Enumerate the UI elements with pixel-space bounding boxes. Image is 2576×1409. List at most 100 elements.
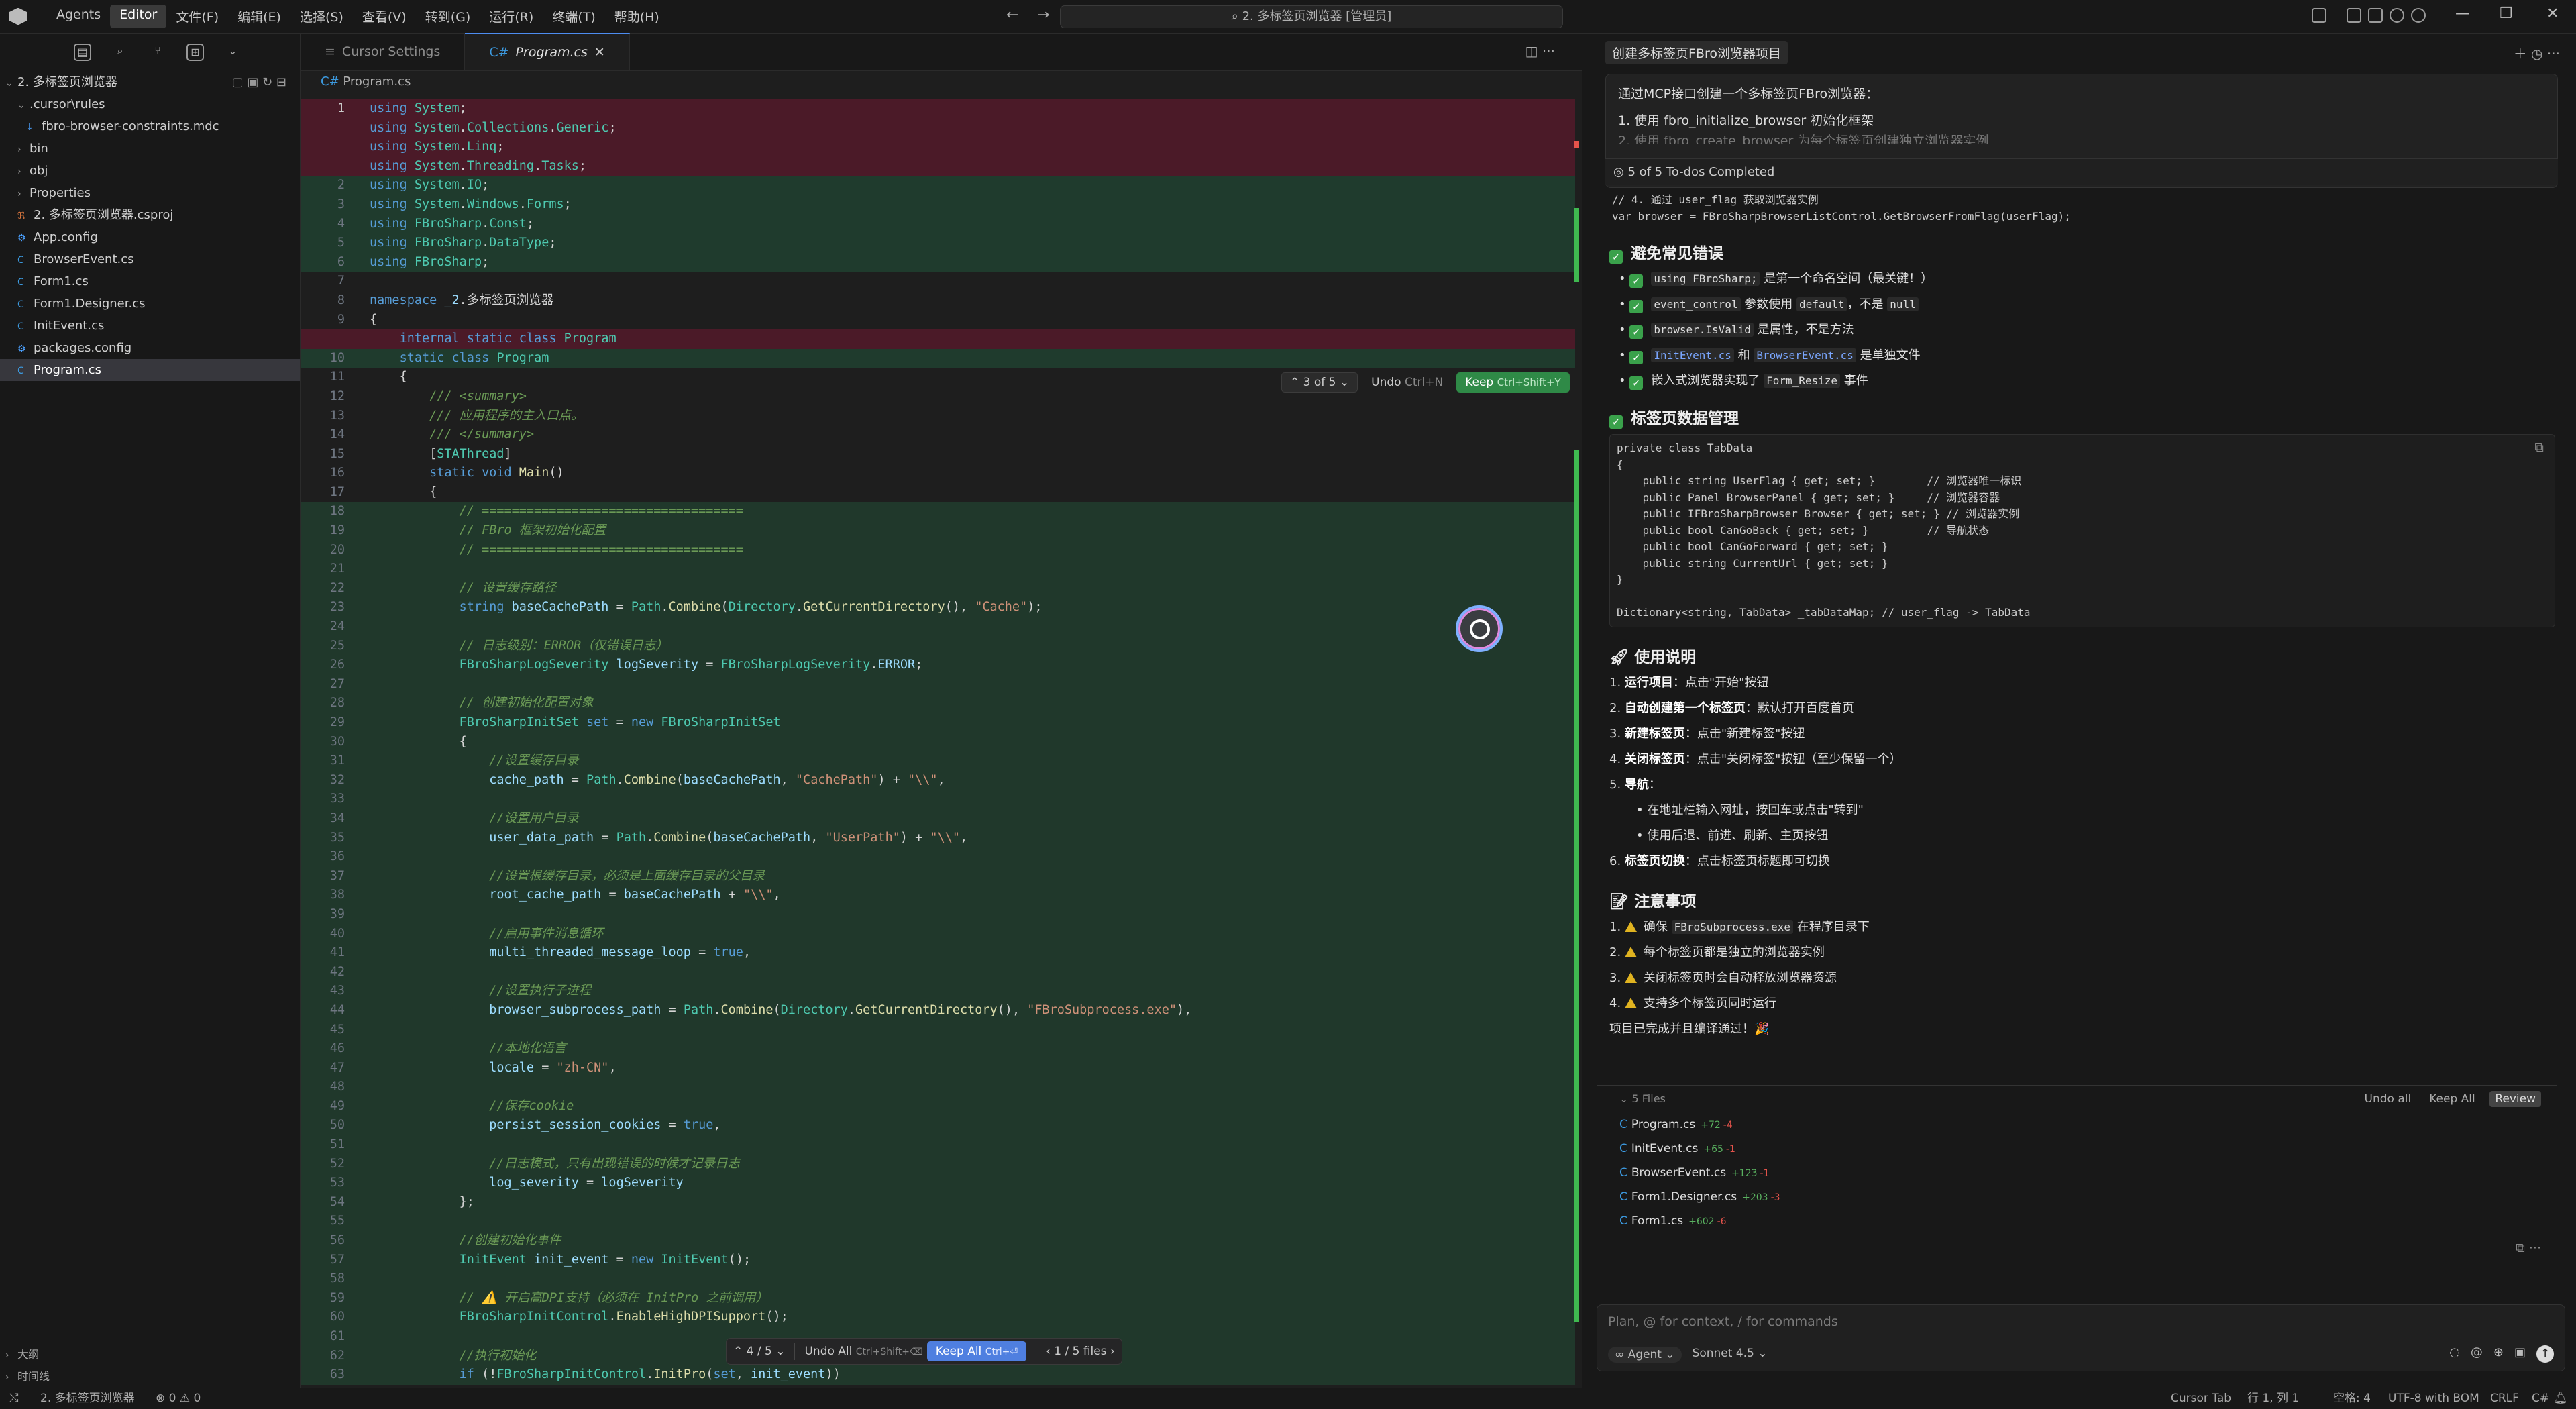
menu-item[interactable]: 帮助(H) [605, 5, 669, 28]
code-line[interactable]: 45 [301, 1020, 1575, 1040]
code-view[interactable]: 1 using System; using System.Collections.G… [301, 99, 1575, 1388]
code-line[interactable]: 60 FBroSharpInitControl.EnableHighDPISup… [301, 1308, 1575, 1327]
notifications-icon[interactable]: 🔔︎ [2553, 1388, 2568, 1408]
code-line[interactable]: 16 static void Main() [301, 464, 1575, 483]
code-line[interactable]: 8 namespace _2.多标签页浏览器 [301, 291, 1575, 311]
image-icon[interactable]: ▣ [2514, 1345, 2526, 1363]
toggle-sidebar-icon[interactable] [2312, 8, 2326, 23]
chat-actions-icons[interactable]: ＋ ◷ ··· [2514, 43, 2560, 62]
review-button[interactable]: Review [2489, 1091, 2541, 1107]
code-line[interactable]: 40 //启用事件消息循环 [301, 924, 1575, 944]
code-line[interactable]: 4 using FBroSharp.Const; [301, 214, 1575, 234]
code-line[interactable]: 9{ [301, 311, 1575, 330]
code-line[interactable]: 33 [301, 790, 1575, 809]
hunk-nav[interactable]: ⌃ 3 of 5 ⌄ [1281, 372, 1358, 393]
breadcrumb[interactable]: C# Program.cs [301, 71, 1582, 93]
code-line[interactable]: internal static class Program [301, 329, 1575, 349]
status-encoding[interactable]: UTF-8 with BOM [2388, 1388, 2479, 1408]
code-line[interactable]: 58 [301, 1269, 1575, 1289]
code-line[interactable]: 6 using FBroSharp; [301, 252, 1575, 272]
code-line[interactable]: using System.Threading.Tasks; [301, 156, 1575, 176]
files-header[interactable]: ⌄ 5 Files Undo all Keep All Review [1597, 1086, 2557, 1112]
code-line[interactable]: 32 cache_path = Path.Combine(baseCachePa… [301, 770, 1575, 790]
tab-cursor-settings[interactable]: ≡ Cursor Settings [301, 33, 466, 70]
tree-item[interactable]: ↓ fbro-browser-constraints.mdc [0, 115, 300, 138]
timeline-section[interactable]: › 时间线 [0, 1365, 301, 1388]
code-line[interactable]: 22 // 设置缓存路径 [301, 578, 1575, 598]
code-line[interactable]: 38 root_cache_path = baseCachePath + "\\… [301, 886, 1575, 905]
forward-arrow-icon[interactable]: → [1037, 7, 1049, 23]
toggle-chat-icon[interactable] [2368, 8, 2383, 23]
code-line[interactable]: 46 //本地化语言 [301, 1039, 1575, 1059]
menu-item[interactable]: 终端(T) [543, 5, 604, 28]
copy-icon[interactable]: ⧉ [2534, 440, 2544, 455]
menu-item[interactable]: 转到(G) [416, 5, 480, 28]
code-line[interactable]: 1 using System; [301, 99, 1575, 119]
code-line[interactable]: 29 FBroSharpInitSet set = new FBroSharpI… [301, 713, 1575, 733]
remote-icon[interactable]: ⤭ [9, 1388, 19, 1408]
tree-item[interactable]: › bin [0, 138, 300, 160]
code-line[interactable]: 51 [301, 1135, 1575, 1155]
files-icon[interactable]: ▤ [74, 44, 91, 61]
code-line[interactable]: 57 InitEvent init_event = new InitEvent(… [301, 1250, 1575, 1270]
menu-item[interactable]: 文件(F) [166, 5, 228, 28]
web-icon[interactable]: ⊕ [2493, 1345, 2504, 1363]
menu-item[interactable]: 运行(R) [480, 5, 543, 28]
code-line[interactable]: 54 }; [301, 1192, 1575, 1212]
code-line[interactable]: 52 //日志模式，只有出现错误的时候才记录日志 [301, 1154, 1575, 1174]
keep-all-button[interactable]: Keep All Ctrl+⏎ [926, 1341, 1027, 1361]
model-select[interactable]: Sonnet 4.5 ⌄ [1693, 1347, 1768, 1363]
tab-program-cs[interactable]: C# Program.cs ✕ [465, 33, 630, 70]
code-line[interactable]: 5 using FBroSharp.DataType; [301, 233, 1575, 253]
changed-file-item[interactable]: C Form1.Designer.cs +203 -3 [1597, 1185, 2557, 1209]
code-line[interactable]: 18 // ==================================… [301, 502, 1575, 522]
code-line[interactable]: 50 persist_session_cookies = true, [301, 1116, 1575, 1136]
minimize-icon[interactable]: — [2455, 5, 2470, 22]
code-line[interactable]: 20 // ==================================… [301, 540, 1575, 560]
changed-file-item[interactable]: C BrowserEvent.cs +123 -1 [1597, 1161, 2557, 1185]
command-search[interactable]: ⌕ 2. 多标签页浏览器 [管理员] [1060, 5, 1563, 28]
toggle-panel-icon[interactable] [2347, 8, 2361, 23]
tree-item[interactable]: C InitEvent.cs [0, 315, 300, 337]
tree-item[interactable]: C Form1.cs [0, 270, 300, 293]
tree-item[interactable]: C Program.cs [0, 359, 300, 381]
restore-icon[interactable]: ❐ [2500, 5, 2513, 22]
file-nav[interactable]: ‹ 1 / 5 files › [1046, 1345, 1115, 1358]
code-line[interactable]: 63 if (!FBroSharpInitControl.InitPro(set… [301, 1365, 1575, 1385]
code-line[interactable]: 21 [301, 560, 1575, 579]
code-line[interactable]: 2 using System.IO; [301, 176, 1575, 195]
chat-input[interactable]: Plan, @ for context, / for commands ∞ Ag… [1597, 1304, 2565, 1371]
code-line[interactable]: 39 [301, 904, 1575, 925]
code-line[interactable]: 56 //创建初始化事件 [301, 1231, 1575, 1251]
code-line[interactable]: 25 // 日志级别：ERROR（仅错误日志） [301, 636, 1575, 656]
code-line[interactable]: 26 FBroSharpLogSeverity logSeverity = FB… [301, 656, 1575, 675]
menu-item[interactable]: 编辑(E) [228, 5, 290, 28]
code-line[interactable]: 10 static class Program [301, 348, 1575, 368]
code-line[interactable]: 31 //设置缓存目录 [301, 751, 1575, 771]
changed-file-item[interactable]: C Program.cs +72 -4 [1597, 1112, 2557, 1137]
code-line[interactable]: using System.Collections.Generic; [301, 118, 1575, 138]
changed-file-item[interactable]: C Form1.cs +602 -6 [1597, 1209, 2557, 1233]
code-line[interactable]: 3 using System.Windows.Forms; [301, 195, 1575, 215]
search-icon[interactable]: ⌕ [111, 44, 129, 61]
status-spaces[interactable]: 空格: 4 [2333, 1388, 2371, 1408]
project-root[interactable]: ⌄ 2. 多标签页浏览器 ▢ ▣ ↻ ⊟ [0, 71, 300, 93]
tree-item[interactable]: ⌄ .cursor\rules [0, 93, 300, 115]
tree-item[interactable]: C BrowserEvent.cs [0, 248, 300, 270]
back-arrow-icon[interactable]: ← [1006, 7, 1018, 23]
code-line[interactable]: using System.Linq; [301, 138, 1575, 157]
code-line[interactable]: 14 /// </summary> [301, 425, 1575, 445]
code-line[interactable]: 30 { [301, 732, 1575, 752]
code-line[interactable]: 28 // 创建初始化配置对象 [301, 694, 1575, 713]
tree-item[interactable]: › obj [0, 160, 300, 182]
code-line[interactable]: 43 //设置执行子进程 [301, 982, 1575, 1001]
code-line[interactable]: 34 //设置用户目录 [301, 808, 1575, 829]
menu-item[interactable]: 查看(V) [353, 5, 416, 28]
status-problems[interactable]: ⊗ 0 ⚠ 0 [156, 1388, 201, 1408]
code-line[interactable]: 41 multi_threaded_message_loop = true, [301, 943, 1575, 963]
code-line[interactable]: 13 /// 应用程序的主入口点。 [301, 407, 1575, 426]
tree-item[interactable]: ⚙ packages.config [0, 337, 300, 359]
chat-title[interactable]: 创建多标签页FBro浏览器项目 [1605, 40, 1788, 64]
status-language[interactable]: C# [2532, 1388, 2549, 1408]
chevron-down-icon[interactable]: ⌄ [224, 44, 241, 61]
